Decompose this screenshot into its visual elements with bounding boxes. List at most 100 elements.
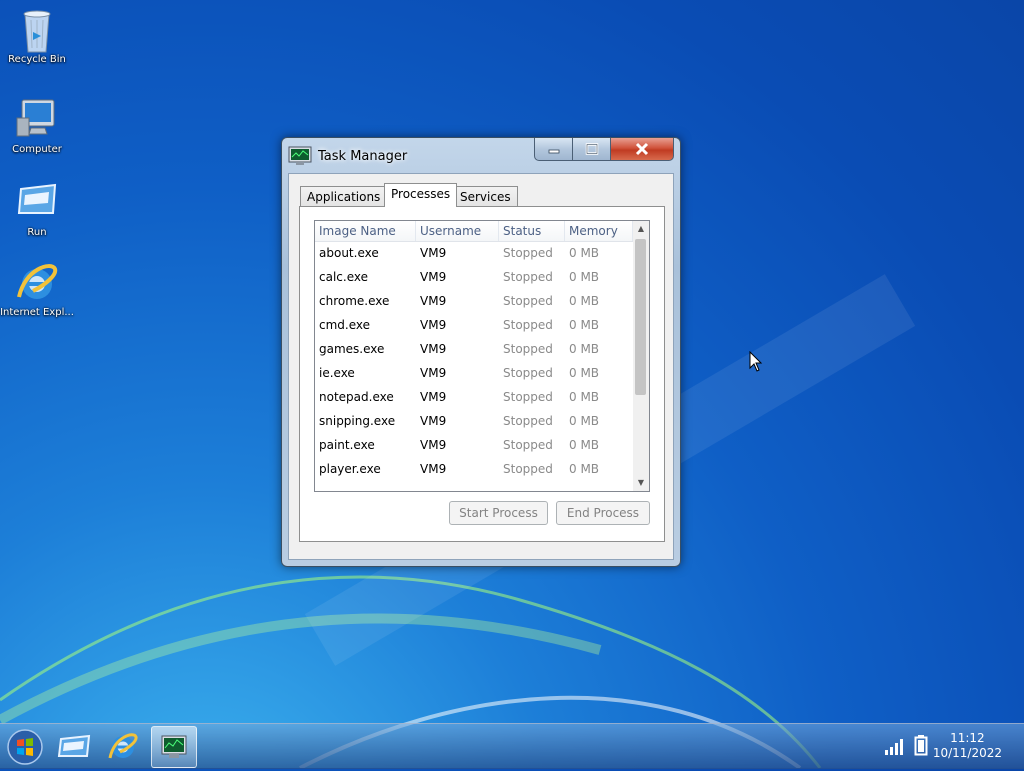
tab-services[interactable]: Services — [453, 186, 518, 207]
desktop-icon-label: Run — [27, 227, 47, 238]
cell-username: VM9 — [420, 414, 447, 428]
tab-label: Applications — [307, 190, 381, 204]
tab-label: Services — [460, 190, 511, 204]
taskbar: 11:12 10/11/2022 — [0, 723, 1024, 769]
list-header: Image Name Username Status Memory — [315, 221, 633, 242]
desktop-icon-run[interactable]: Run — [0, 179, 74, 238]
cell-status: Stopped — [503, 318, 553, 332]
cell-status: Stopped — [503, 462, 553, 476]
column-header-status[interactable]: Status — [499, 221, 565, 241]
processes-panel: Image Name Username Status Memory about.… — [299, 206, 665, 542]
start-process-button[interactable]: Start Process — [449, 501, 548, 525]
cell-memory: 0 MB — [569, 390, 600, 404]
cell-username: VM9 — [420, 390, 447, 404]
cell-image-name: notepad.exe — [319, 390, 394, 404]
task-manager-window: Task Manager Applications Processes Serv… — [281, 137, 681, 567]
cell-status: Stopped — [503, 294, 553, 308]
battery-icon[interactable] — [914, 734, 928, 756]
maximize-button[interactable] — [572, 138, 611, 161]
taskbar-run-button[interactable] — [52, 726, 96, 766]
scroll-down-arrow-icon[interactable]: ▼ — [633, 475, 649, 491]
column-header-memory[interactable]: Memory — [565, 221, 633, 241]
minimize-button[interactable] — [534, 138, 573, 161]
cell-memory: 0 MB — [569, 462, 600, 476]
taskbar-internet-explorer-button[interactable] — [101, 726, 145, 766]
cell-status: Stopped — [503, 390, 553, 404]
cell-image-name: about.exe — [319, 246, 379, 260]
cell-image-name: snipping.exe — [319, 414, 396, 428]
task-manager-icon — [161, 735, 187, 758]
table-row[interactable]: calc.exe VM9 Stopped 0 MB — [315, 265, 633, 289]
cell-memory: 0 MB — [569, 318, 600, 332]
mouse-cursor-icon — [749, 351, 763, 372]
clock-time: 11:12 — [950, 731, 985, 745]
table-row[interactable]: about.exe VM9 Stopped 0 MB — [315, 241, 633, 265]
desktop-icon-internet-explorer[interactable]: Internet Expl... — [0, 259, 74, 318]
cell-image-name: games.exe — [319, 342, 385, 356]
table-row[interactable]: snipping.exe VM9 Stopped 0 MB — [315, 409, 633, 433]
window-client-area: Applications Processes Services Image Na… — [288, 173, 674, 560]
cell-memory: 0 MB — [569, 294, 600, 308]
vertical-scrollbar[interactable]: ▲ ▼ — [633, 221, 649, 491]
cell-memory: 0 MB — [569, 246, 600, 260]
cell-memory: 0 MB — [569, 438, 600, 452]
tab-label: Processes — [391, 187, 451, 201]
table-row[interactable]: ie.exe VM9 Stopped 0 MB — [315, 361, 633, 385]
task-manager-icon — [288, 146, 312, 166]
cell-memory: 0 MB — [569, 270, 600, 284]
desktop-icon-recycle-bin[interactable]: Recycle Bin — [0, 6, 74, 65]
cell-status: Stopped — [503, 366, 553, 380]
cell-image-name: cmd.exe — [319, 318, 371, 332]
cell-memory: 0 MB — [569, 414, 600, 428]
cell-image-name: calc.exe — [319, 270, 368, 284]
minimize-icon — [548, 149, 559, 154]
desktop-icon-label: Recycle Bin — [8, 54, 66, 65]
signal-strength-icon[interactable] — [884, 736, 906, 756]
column-header-username[interactable]: Username — [416, 221, 499, 241]
computer-icon — [15, 96, 59, 140]
tab-applications[interactable]: Applications — [300, 186, 388, 207]
cell-status: Stopped — [503, 246, 553, 260]
table-row[interactable]: games.exe VM9 Stopped 0 MB — [315, 337, 633, 361]
cell-username: VM9 — [420, 246, 447, 260]
window-title: Task Manager — [318, 149, 408, 164]
windows-logo-icon — [7, 729, 43, 765]
cell-status: Stopped — [503, 438, 553, 452]
scroll-up-arrow-icon[interactable]: ▲ — [633, 221, 649, 237]
table-row[interactable]: cmd.exe VM9 Stopped 0 MB — [315, 313, 633, 337]
recycle-bin-icon — [15, 6, 59, 53]
column-header-image-name[interactable]: Image Name — [315, 221, 416, 241]
close-button[interactable] — [610, 138, 674, 161]
cell-username: VM9 — [420, 318, 447, 332]
cell-username: VM9 — [420, 294, 447, 308]
desktop-icon-computer[interactable]: Computer — [0, 96, 74, 155]
clock-date: 10/11/2022 — [932, 746, 1002, 760]
close-icon — [635, 142, 649, 156]
start-button[interactable] — [6, 728, 44, 766]
maximize-icon — [585, 143, 598, 155]
cell-image-name: ie.exe — [319, 366, 355, 380]
cell-image-name: paint.exe — [319, 438, 375, 452]
table-row[interactable]: notepad.exe VM9 Stopped 0 MB — [315, 385, 633, 409]
cell-username: VM9 — [420, 366, 447, 380]
cell-memory: 0 MB — [569, 342, 600, 356]
table-row[interactable]: chrome.exe VM9 Stopped 0 MB — [315, 289, 633, 313]
desktop-icon-label: Computer — [12, 144, 62, 155]
table-row[interactable]: paint.exe VM9 Stopped 0 MB — [315, 433, 633, 457]
cell-username: VM9 — [420, 270, 447, 284]
internet-explorer-icon — [15, 259, 59, 303]
cell-memory: 0 MB — [569, 366, 600, 380]
run-icon — [57, 734, 91, 757]
taskbar-task-manager-button[interactable] — [151, 726, 197, 768]
scroll-thumb[interactable] — [635, 239, 646, 395]
internet-explorer-icon — [108, 733, 138, 759]
cell-image-name: player.exe — [319, 462, 381, 476]
tab-processes[interactable]: Processes — [384, 183, 458, 207]
process-list[interactable]: Image Name Username Status Memory about.… — [314, 220, 650, 492]
system-clock[interactable]: 11:12 10/11/2022 — [933, 731, 1002, 761]
cell-image-name: chrome.exe — [319, 294, 390, 308]
cell-username: VM9 — [420, 342, 447, 356]
end-process-button[interactable]: End Process — [556, 501, 650, 525]
title-bar[interactable]: Task Manager — [282, 138, 680, 174]
table-row[interactable]: player.exe VM9 Stopped 0 MB — [315, 457, 633, 481]
